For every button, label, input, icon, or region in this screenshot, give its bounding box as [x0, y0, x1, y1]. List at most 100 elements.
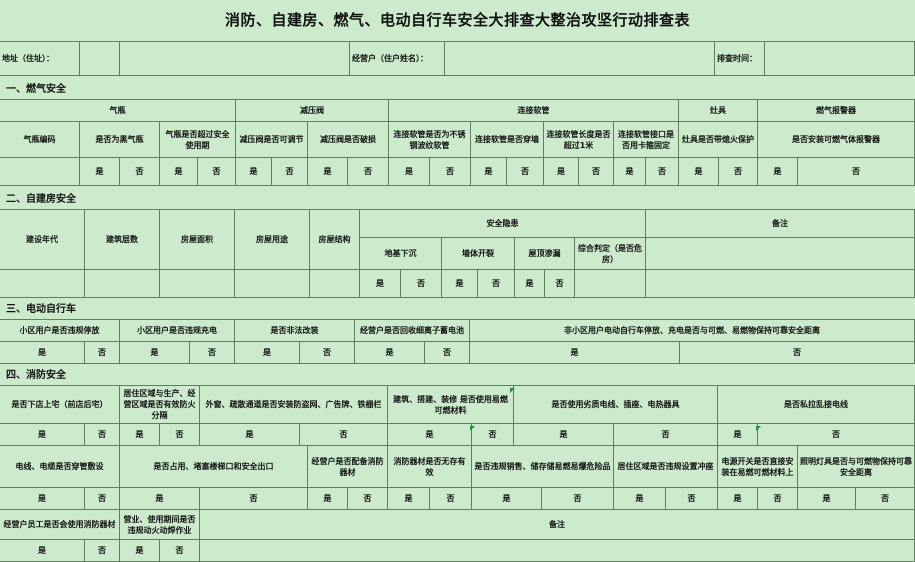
address-label: 地址（住址）： [0, 42, 80, 76]
col-modified: 是否非法改装 [235, 320, 355, 342]
fire3-no-1[interactable]: 否 [85, 540, 120, 562]
manager-value[interactable] [445, 42, 715, 76]
gas-no-5[interactable]: 否 [272, 158, 308, 186]
house-no-3[interactable]: 否 [478, 270, 515, 298]
fire1-no-5[interactable]: 否 [300, 424, 388, 446]
gas-no-9[interactable]: 否 [430, 158, 471, 186]
fire2-yes-12[interactable]: 是 [718, 488, 758, 510]
ebike-no-5[interactable]: 否 [300, 342, 355, 364]
house-no-1[interactable]: 否 [401, 270, 442, 298]
area-input[interactable] [160, 270, 235, 298]
structure-input[interactable] [310, 270, 360, 298]
fire2-yes-8[interactable]: 是 [472, 488, 542, 510]
fire1-yes-10[interactable]: 是 [718, 424, 758, 446]
fire2-no-9[interactable]: 否 [542, 488, 614, 510]
gas-no-1[interactable]: 否 [120, 158, 160, 186]
use-input[interactable] [235, 270, 310, 298]
house-yes-0[interactable]: 是 [360, 270, 401, 298]
gas-yes-12[interactable]: 是 [544, 158, 579, 186]
floors-input[interactable] [85, 270, 160, 298]
house-no-5[interactable]: 否 [545, 270, 575, 298]
ebike-yes-4[interactable]: 是 [235, 342, 300, 364]
gas-no-19[interactable]: 否 [798, 158, 915, 186]
col-fire-remark: 备注 [200, 510, 915, 540]
fire1-yes-4[interactable]: 是 [200, 424, 300, 446]
fire1-yes-2[interactable]: 是 [120, 424, 160, 446]
year-input[interactable] [0, 270, 85, 298]
ebike-no-1[interactable]: 否 [85, 342, 120, 364]
gas-no-11[interactable]: 否 [507, 158, 544, 186]
ebike-yes-0[interactable]: 是 [0, 342, 85, 364]
fire1-yes-6[interactable]: 是 [388, 424, 472, 446]
fire3-yes-0[interactable]: 是 [0, 540, 85, 562]
house-yes-4[interactable]: 是 [515, 270, 545, 298]
fire3-yes-2[interactable]: 是 [120, 540, 160, 562]
fire2-no-5[interactable]: 否 [348, 488, 388, 510]
gas-yes-0[interactable]: 是 [80, 158, 120, 186]
fire2-no-15[interactable]: 否 [856, 488, 915, 510]
fire2-yes-6[interactable]: 是 [388, 488, 430, 510]
cyl-no-input[interactable] [0, 158, 80, 186]
check-time-value[interactable] [765, 42, 915, 76]
fire2-yes-2[interactable]: 是 [120, 488, 200, 510]
sub-overall: 综合判定（是否危房） [575, 238, 646, 270]
gas-no-15[interactable]: 否 [646, 158, 679, 186]
fire3-no-3[interactable]: 否 [160, 540, 200, 562]
fire2-no-11[interactable]: 否 [666, 488, 718, 510]
ebike-no-7[interactable]: 否 [425, 342, 470, 364]
fire1-no-9[interactable]: 否 [614, 424, 718, 446]
gas-yes-4[interactable]: 是 [236, 158, 272, 186]
section-house-title: 二、自建房安全 [0, 190, 915, 210]
gas-yes-18[interactable]: 是 [758, 158, 798, 186]
fire2-no-7[interactable]: 否 [430, 488, 472, 510]
col-year: 建设年代 [0, 210, 85, 270]
gas-yes-2[interactable]: 是 [160, 158, 198, 186]
gas-no-3[interactable]: 否 [198, 158, 236, 186]
address-value[interactable] [120, 42, 350, 76]
col-windows: 外窗、疏散通道是否安装防盗网、广告牌、铁栅栏 [200, 386, 388, 424]
fire2-yes-10[interactable]: 是 [614, 488, 666, 510]
ebike-yes-6[interactable]: 是 [355, 342, 425, 364]
fire1-yes-8[interactable]: 是 [514, 424, 614, 446]
gas-no-17[interactable]: 否 [719, 158, 758, 186]
fire2-yes-14[interactable]: 是 [798, 488, 856, 510]
fire2-yes-0[interactable]: 是 [0, 488, 85, 510]
ebike-no-3[interactable]: 否 [190, 342, 235, 364]
ebike-no-9[interactable]: 否 [680, 342, 915, 364]
gas-yes-8[interactable]: 是 [389, 158, 430, 186]
col-stove-flame: 灶具是否带熄火保护 [679, 122, 758, 158]
group-stove: 灶具 [679, 100, 758, 122]
group-alarm: 燃气报警器 [758, 100, 915, 122]
col-hose-through: 连接软管是否穿墙 [471, 122, 544, 158]
fire1-no-1[interactable]: 否 [85, 424, 120, 446]
sub-sink: 地基下沉 [360, 238, 442, 270]
gas-yes-16[interactable]: 是 [679, 158, 719, 186]
fire1-no-11[interactable]: 否 [758, 424, 915, 446]
ebike-yes-8[interactable]: 是 [470, 342, 680, 364]
col-floors: 建筑层数 [85, 210, 160, 270]
col-separation: 居住区域与生产、经营区域是否有效防火分隔 [120, 386, 200, 424]
group-hose: 连接软管 [389, 100, 679, 122]
fire1-yes-0[interactable]: 是 [0, 424, 85, 446]
fire-remark-input[interactable] [200, 540, 915, 562]
overall-input[interactable] [575, 270, 646, 298]
inspection-sheet: 消防、自建房、燃气、电动自行车安全大排查大整治攻坚行动排查表 地址（住址）： 经营户… [0, 0, 915, 562]
address-input[interactable] [80, 42, 120, 76]
remark-input[interactable] [646, 270, 915, 298]
gas-yes-6[interactable]: 是 [308, 158, 348, 186]
gas-yes-14[interactable]: 是 [614, 158, 646, 186]
col-area: 房屋面积 [160, 210, 235, 270]
col-valid: 消防器材是否无存有效 [388, 446, 472, 488]
fire1-no-7[interactable]: 否 [472, 424, 514, 446]
col-hose-clamp: 连接软管接口是否用卡箍固定 [614, 122, 679, 158]
fire2-no-3[interactable]: 否 [200, 488, 308, 510]
fire1-no-3[interactable]: 否 [160, 424, 200, 446]
gas-yes-10[interactable]: 是 [471, 158, 507, 186]
fire2-yes-4[interactable]: 是 [308, 488, 348, 510]
fire2-no-1[interactable]: 否 [85, 488, 120, 510]
ebike-yes-2[interactable]: 是 [120, 342, 190, 364]
house-yes-2[interactable]: 是 [442, 270, 478, 298]
gas-no-7[interactable]: 否 [348, 158, 389, 186]
fire2-no-13[interactable]: 否 [758, 488, 798, 510]
gas-no-13[interactable]: 否 [579, 158, 614, 186]
